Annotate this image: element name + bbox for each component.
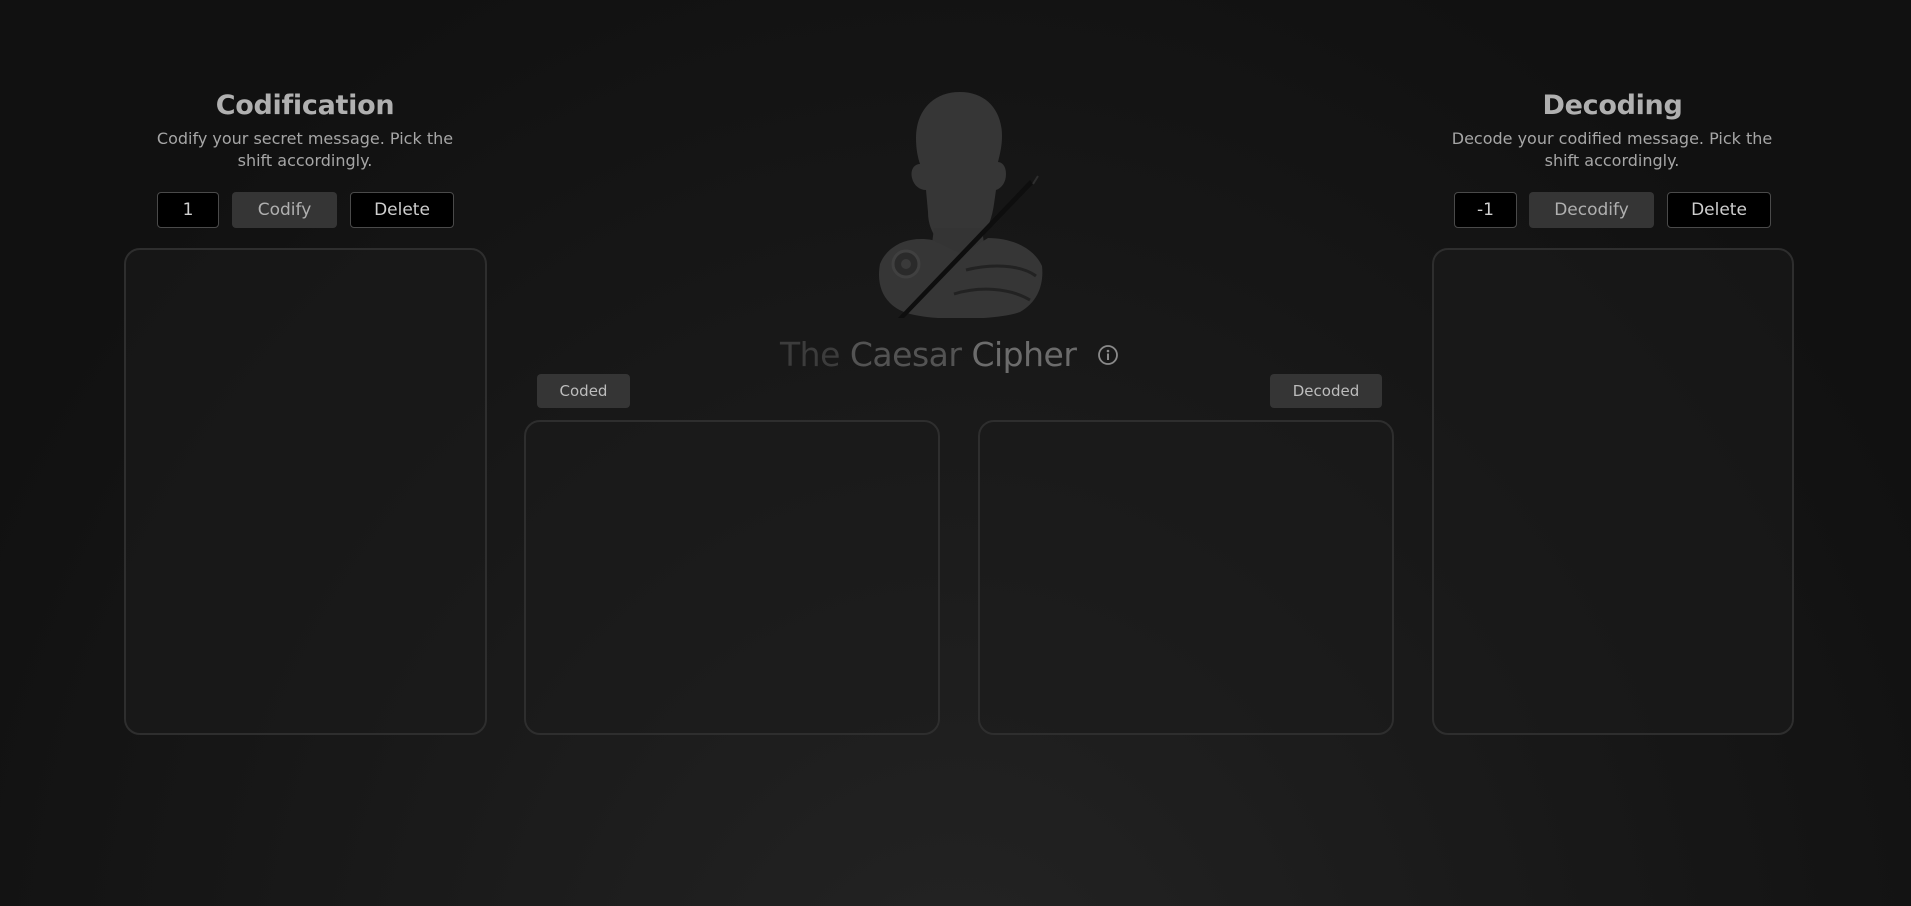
title-word-cipher: Cipher xyxy=(971,334,1077,374)
decoding-header: Decoding Decode your codified message. P… xyxy=(1431,90,1794,172)
title-word-the: The xyxy=(780,334,840,374)
codification-message-input[interactable] xyxy=(124,248,487,735)
caesar-bust-icon xyxy=(879,92,1043,318)
decoded-output[interactable] xyxy=(978,420,1394,735)
info-icon[interactable] xyxy=(1097,344,1119,366)
decode-shift-input[interactable] xyxy=(1454,192,1517,228)
codify-shift-input[interactable] xyxy=(157,192,219,228)
coded-output[interactable] xyxy=(524,420,940,735)
coded-label: Coded xyxy=(537,374,630,408)
decoded-label: Decoded xyxy=(1270,374,1382,408)
title-word-caesar: Caesar xyxy=(849,334,962,374)
codification-title: Codification xyxy=(215,90,395,121)
decodify-button[interactable]: Decodify xyxy=(1529,192,1654,228)
decoding-description: Decode your codified message. Pick the s… xyxy=(1451,129,1773,170)
codify-button[interactable]: Codify xyxy=(232,192,337,228)
page-title: The Caesar Cipher xyxy=(780,331,1077,377)
codify-delete-button[interactable]: Delete xyxy=(350,192,454,228)
decoding-title: Decoding xyxy=(1542,90,1683,121)
decode-delete-button[interactable]: Delete xyxy=(1667,192,1771,228)
codification-description: Codify your secret message. Pick the shi… xyxy=(156,129,454,170)
decoding-message-input[interactable] xyxy=(1432,248,1794,735)
codification-header: Codification Codify your secret message.… xyxy=(125,90,485,172)
